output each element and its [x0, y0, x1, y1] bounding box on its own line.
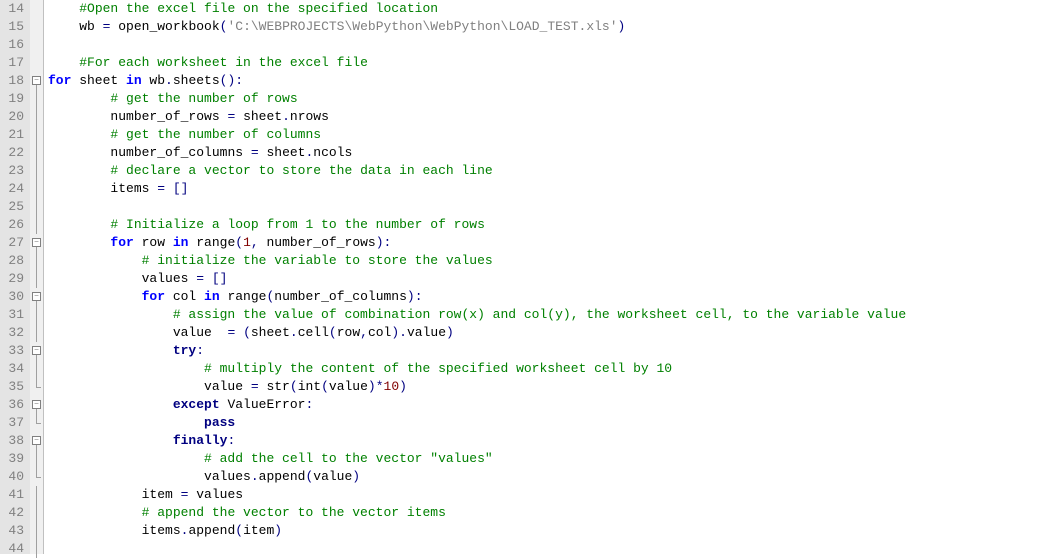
line-number: 15 [2, 18, 24, 36]
line-number: 32 [2, 324, 24, 342]
line-number: 21 [2, 126, 24, 144]
code-line[interactable]: # assign the value of combination row(x)… [48, 306, 1045, 324]
fold-toggle-icon[interactable]: − [32, 292, 41, 301]
code-line[interactable]: try: [48, 342, 1045, 360]
line-number: 28 [2, 252, 24, 270]
fold-toggle-icon[interactable]: − [32, 436, 41, 445]
line-number: 24 [2, 180, 24, 198]
fold-toggle-icon[interactable]: − [32, 400, 41, 409]
line-number: 31 [2, 306, 24, 324]
code-line[interactable]: finally: [48, 432, 1045, 450]
code-line[interactable] [48, 36, 1045, 54]
line-number: 44 [2, 540, 24, 558]
line-number: 25 [2, 198, 24, 216]
line-number: 22 [2, 144, 24, 162]
code-line[interactable]: for row in range(1, number_of_rows): [48, 234, 1045, 252]
line-number: 16 [2, 36, 24, 54]
line-number: 20 [2, 108, 24, 126]
code-line[interactable]: items.append(item) [48, 522, 1045, 540]
code-line[interactable]: wb = open_workbook('C:\WEBPROJECTS\WebPy… [48, 18, 1045, 36]
code-line[interactable]: item = values [48, 486, 1045, 504]
line-number: 39 [2, 450, 24, 468]
code-line[interactable]: #Open the excel file on the specified lo… [48, 0, 1045, 18]
line-number: 35 [2, 378, 24, 396]
code-line[interactable]: except ValueError: [48, 396, 1045, 414]
code-line[interactable]: items = [] [48, 180, 1045, 198]
fold-toggle-icon[interactable]: − [32, 346, 41, 355]
code-line[interactable]: # multiply the content of the specified … [48, 360, 1045, 378]
line-number: 29 [2, 270, 24, 288]
line-number: 27 [2, 234, 24, 252]
code-line[interactable]: number_of_columns = sheet.ncols [48, 144, 1045, 162]
line-number-gutter: 1415161718192021222324252627282930313233… [0, 0, 30, 554]
code-line[interactable]: pass [48, 414, 1045, 432]
line-number: 30 [2, 288, 24, 306]
code-line[interactable]: # get the number of columns [48, 126, 1045, 144]
code-line[interactable] [48, 198, 1045, 216]
code-line[interactable]: # Initialize a loop from 1 to the number… [48, 216, 1045, 234]
code-line[interactable]: value = (sheet.cell(row,col).value) [48, 324, 1045, 342]
line-number: 33 [2, 342, 24, 360]
line-number: 36 [2, 396, 24, 414]
code-line[interactable]: # append the vector to the vector items [48, 504, 1045, 522]
code-line[interactable]: #For each worksheet in the excel file [48, 54, 1045, 72]
code-line[interactable]: value = str(int(value)*10) [48, 378, 1045, 396]
line-number: 23 [2, 162, 24, 180]
fold-toggle-icon[interactable]: − [32, 238, 41, 247]
code-line[interactable]: values.append(value) [48, 468, 1045, 486]
line-number: 17 [2, 54, 24, 72]
code-line[interactable]: for col in range(number_of_columns): [48, 288, 1045, 306]
code-area[interactable]: #Open the excel file on the specified lo… [44, 0, 1045, 554]
fold-toggle-icon[interactable]: − [32, 76, 41, 85]
line-number: 38 [2, 432, 24, 450]
line-number: 14 [2, 0, 24, 18]
code-line[interactable]: values = [] [48, 270, 1045, 288]
code-line[interactable] [48, 540, 1045, 558]
line-number: 42 [2, 504, 24, 522]
code-line[interactable]: for sheet in wb.sheets(): [48, 72, 1045, 90]
line-number: 26 [2, 216, 24, 234]
line-number: 37 [2, 414, 24, 432]
line-number: 41 [2, 486, 24, 504]
line-number: 43 [2, 522, 24, 540]
code-line[interactable]: # initialize the variable to store the v… [48, 252, 1045, 270]
line-number: 34 [2, 360, 24, 378]
line-number: 19 [2, 90, 24, 108]
code-line[interactable]: number_of_rows = sheet.nrows [48, 108, 1045, 126]
code-line[interactable]: # declare a vector to store the data in … [48, 162, 1045, 180]
code-line[interactable]: # get the number of rows [48, 90, 1045, 108]
fold-strip[interactable]: − − − − − − [30, 0, 44, 554]
line-number: 18 [2, 72, 24, 90]
code-line[interactable]: # add the cell to the vector "values" [48, 450, 1045, 468]
line-number: 40 [2, 468, 24, 486]
